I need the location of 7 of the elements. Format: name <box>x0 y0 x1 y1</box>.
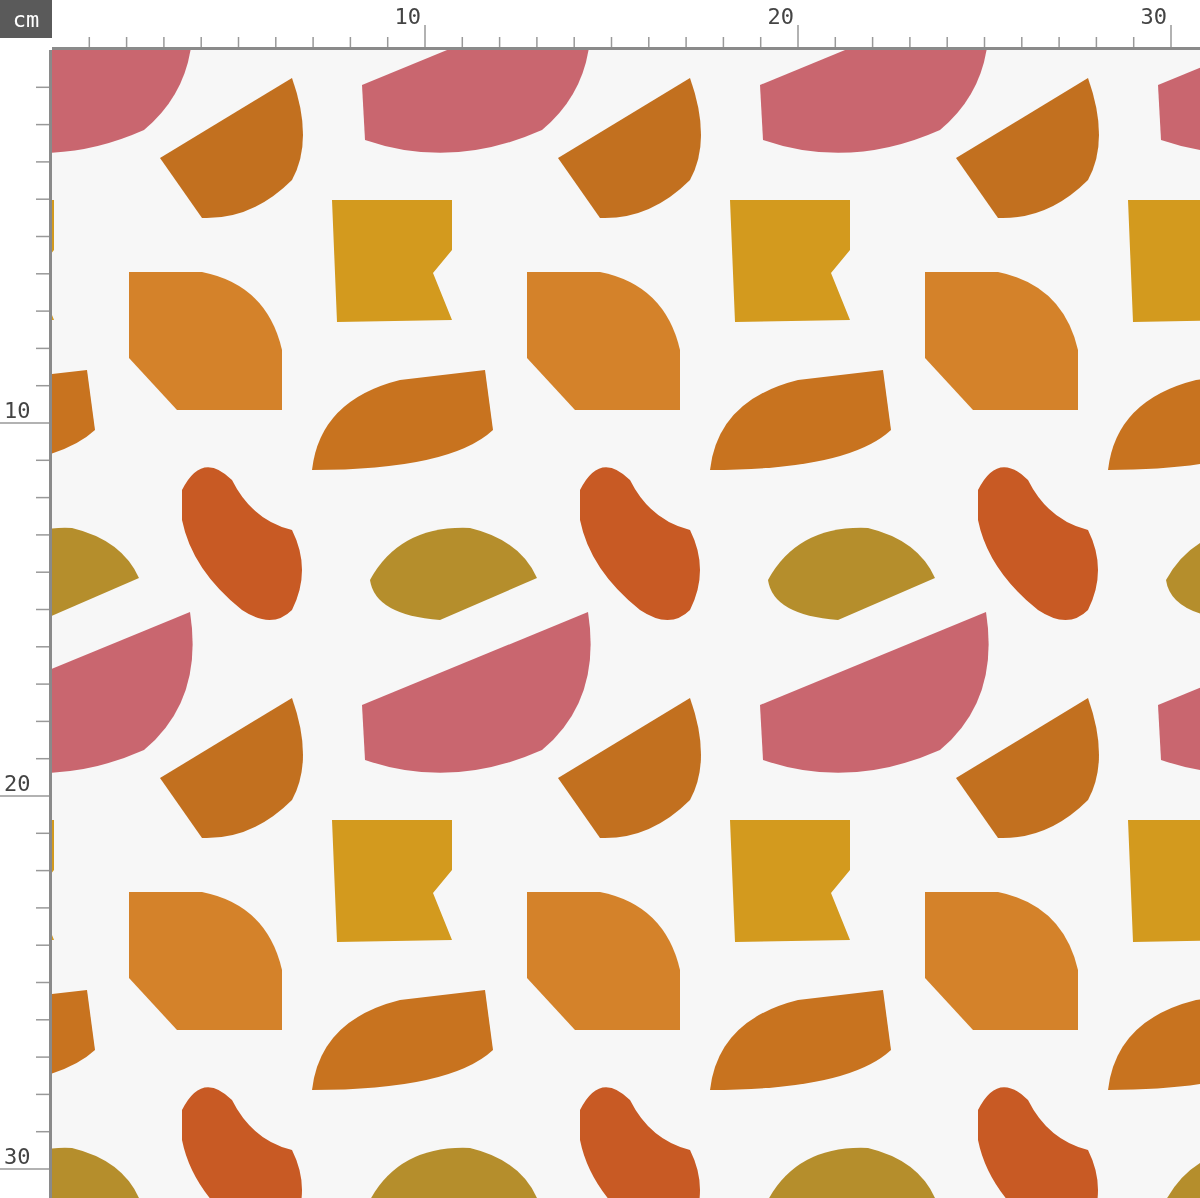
ruler-label: 30 <box>4 1144 31 1169</box>
ruler-label: 10 <box>4 398 31 423</box>
ruler-label: 20 <box>767 4 795 29</box>
unit-label: cm <box>0 0 52 38</box>
ruler-label: 20 <box>4 771 31 796</box>
ruler-label: 30 <box>1140 4 1168 29</box>
ruler-label: 10 <box>394 4 422 29</box>
